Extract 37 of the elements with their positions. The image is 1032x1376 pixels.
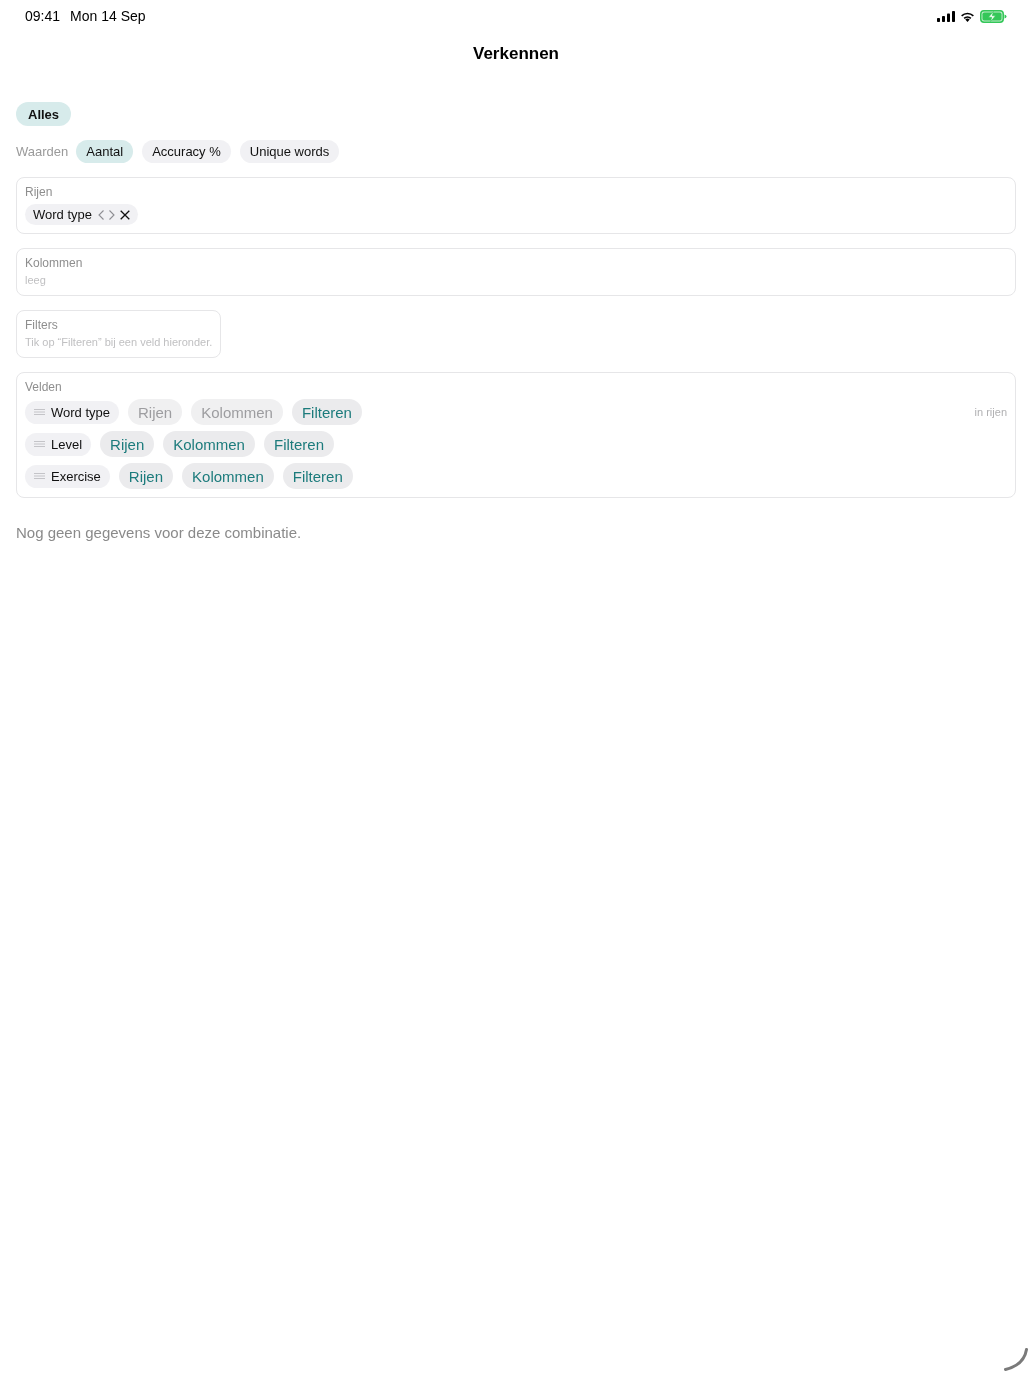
status-time: 09:41 bbox=[25, 8, 61, 24]
page-title: Verkennen bbox=[473, 44, 559, 64]
values-label: Waarden bbox=[16, 144, 69, 159]
action-button[interactable]: Kolommen bbox=[163, 431, 255, 457]
zone-label: Velden bbox=[25, 380, 63, 394]
close-icon[interactable] bbox=[120, 209, 130, 220]
zone-label: Kolommen bbox=[25, 256, 84, 270]
value-chip[interactable]: Unique words bbox=[239, 140, 340, 163]
drag-handle-icon bbox=[34, 473, 45, 479]
chevron-left-icon[interactable] bbox=[98, 209, 104, 220]
empty-label: leeg bbox=[25, 274, 47, 287]
zone-label: Filters bbox=[25, 318, 59, 332]
status-date: Mon 14 Sep bbox=[70, 8, 146, 24]
drag-handle-icon bbox=[34, 441, 45, 447]
zone-label: Rijen bbox=[25, 185, 54, 199]
scope-chip[interactable]: Alles bbox=[16, 102, 72, 126]
action-button[interactable]: Kolommen bbox=[182, 463, 274, 489]
field-chip[interactable]: Word type bbox=[25, 400, 119, 424]
battery-charging-icon bbox=[980, 9, 1007, 23]
value-chip[interactable]: Accuracy % bbox=[142, 140, 231, 163]
drag-handle-icon bbox=[34, 409, 45, 415]
placement-label: in rijen bbox=[974, 406, 1007, 418]
hint-text: Tik op “Filteren” bij een veld hieronder. bbox=[25, 336, 213, 349]
wifi-icon bbox=[960, 10, 975, 22]
action-button[interactable]: Filteren bbox=[291, 399, 362, 425]
action-button[interactable]: Rijen bbox=[100, 431, 155, 457]
field-chip[interactable]: Level bbox=[25, 432, 92, 456]
action-button[interactable]: Filteren bbox=[263, 431, 334, 457]
field-name: Word type bbox=[33, 207, 92, 222]
scroll-indicator bbox=[1004, 1348, 1028, 1371]
signal-icon bbox=[937, 10, 955, 22]
field-chip[interactable]: Exercise bbox=[25, 464, 110, 488]
action-button[interactable]: Rijen bbox=[118, 463, 174, 489]
empty-message: Nog geen gegevens voor deze combinatie. bbox=[16, 524, 303, 542]
action-button[interactable]: Filteren bbox=[282, 463, 353, 489]
value-chip[interactable]: Aantal bbox=[76, 140, 134, 163]
chevron-right-icon[interactable] bbox=[109, 209, 115, 220]
